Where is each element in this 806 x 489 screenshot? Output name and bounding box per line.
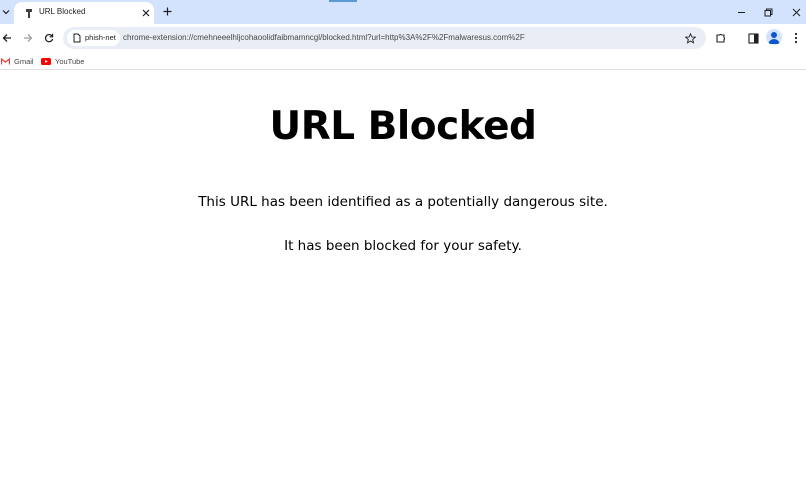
gmail-icon [1, 57, 10, 64]
restore-button[interactable] [757, 2, 779, 22]
extension-favicon-icon [26, 9, 32, 18]
restore-icon [764, 8, 772, 16]
bookmarks-bar: Gmail YouTube [0, 52, 806, 70]
extension-page-icon [73, 33, 81, 43]
address-bar[interactable]: phish-net chrome-extension://cmehneeelhl… [63, 27, 706, 49]
tab-strip: URL Blocked [0, 0, 806, 24]
bookmark-label: YouTube [55, 56, 85, 66]
url-text[interactable]: chrome-extension://cmehneeelhljcohaoolid… [123, 33, 525, 42]
profile-avatar[interactable] [766, 29, 782, 45]
back-arrow-icon [2, 34, 11, 42]
page-content: URL Blocked This URL has been identified… [0, 71, 806, 489]
bookmark-youtube[interactable]: YouTube [41, 54, 84, 68]
minimize-icon [737, 11, 745, 13]
plus-icon [163, 7, 172, 16]
reload-button[interactable] [39, 28, 59, 48]
close-icon [792, 8, 800, 16]
three-dots-vertical-icon [794, 32, 798, 44]
bookmark-label: Gmail [14, 56, 34, 66]
side-panel-icon [747, 32, 759, 44]
forward-arrow-icon [24, 34, 33, 42]
new-tab-button[interactable] [160, 4, 175, 19]
chrome-menu-button[interactable] [786, 28, 806, 48]
bookmark-gmail[interactable]: Gmail [1, 54, 34, 68]
safety-message: It has been blocked for your safety. [284, 238, 522, 254]
reload-icon [44, 33, 54, 43]
forward-button[interactable] [18, 28, 38, 48]
active-tab[interactable]: URL Blocked [14, 2, 154, 24]
tab-close-button[interactable] [140, 7, 151, 18]
back-button[interactable] [0, 28, 17, 48]
extensions-button[interactable] [711, 28, 731, 48]
chevron-down-icon [2, 10, 10, 15]
person-icon [768, 32, 780, 44]
tab-search-button[interactable] [0, 4, 12, 20]
close-icon [142, 9, 149, 16]
close-window-button[interactable] [785, 2, 806, 22]
side-panel-button[interactable] [743, 28, 763, 48]
site-info-chip[interactable]: phish-net [67, 30, 120, 46]
tab-title: URL Blocked [39, 7, 86, 16]
warning-message: This URL has been identified as a potent… [198, 194, 608, 210]
site-chip-label: phish-net [85, 33, 116, 42]
page-title: URL Blocked [269, 104, 537, 149]
puzzle-icon [716, 33, 726, 43]
star-icon [684, 32, 696, 44]
toolbar: phish-net chrome-extension://cmehneeelhl… [0, 24, 806, 52]
bookmark-star-button[interactable] [683, 31, 697, 45]
minimize-button[interactable] [730, 2, 752, 22]
youtube-icon [41, 57, 51, 65]
window-drag-indicator [329, 0, 357, 2]
